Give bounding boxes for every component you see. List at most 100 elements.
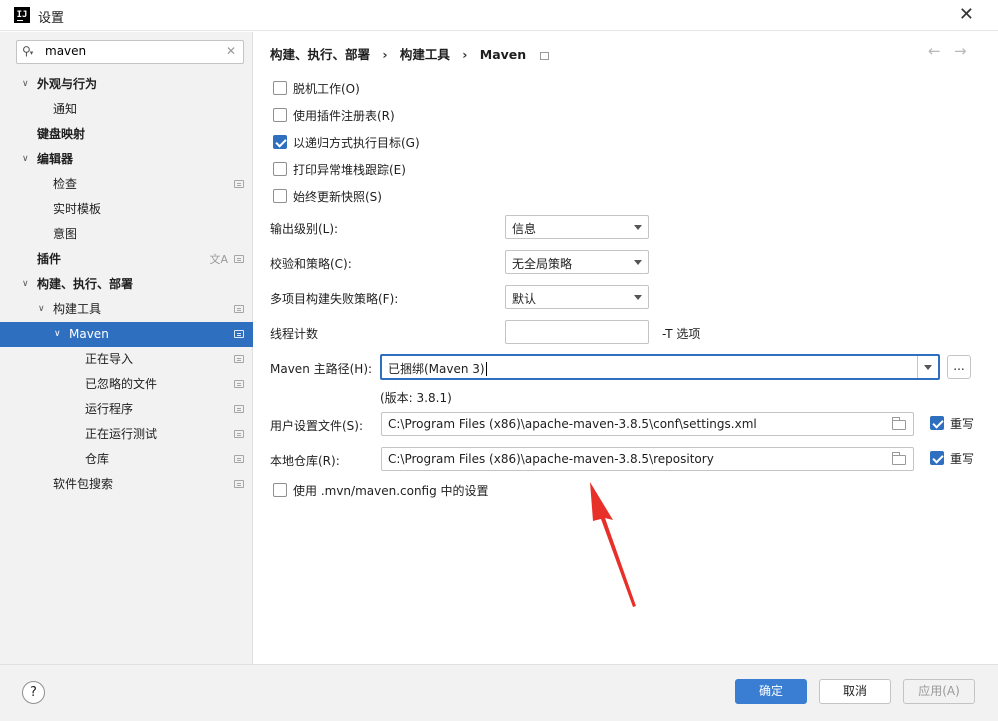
checksum-value: 无全局策略 (512, 257, 573, 271)
checkbox-box[interactable] (273, 189, 287, 203)
local-repo-label: 本地仓库(R): (270, 454, 340, 468)
close-icon[interactable]: ✕ (959, 4, 974, 25)
checkbox-box[interactable] (273, 483, 287, 497)
folder-icon[interactable] (892, 452, 906, 465)
tree-item-label: 已忽略的文件 (85, 377, 158, 391)
search-input[interactable] (45, 44, 215, 58)
tree-item-label: 实时模板 (53, 202, 102, 216)
checkbox-box-checked[interactable] (930, 451, 944, 465)
local-repo-path: C:\Program Files (x86)\apache-maven-3.8.… (388, 452, 714, 466)
checkbox-box[interactable] (273, 81, 287, 95)
breadcrumb-separator: › (382, 47, 388, 62)
multiproject-value: 默认 (512, 292, 537, 306)
user-settings-path: C:\Program Files (x86)\apache-maven-3.8.… (388, 417, 757, 431)
folder-icon[interactable] (892, 417, 906, 430)
threads-label: 线程计数 (270, 327, 319, 341)
user-settings-path-input[interactable]: C:\Program Files (x86)\apache-maven-3.8.… (381, 412, 914, 436)
project-settings-icon (540, 52, 550, 60)
maven-home-select[interactable]: 已捆绑(Maven 3) (380, 354, 940, 380)
checkbox-box-checked[interactable] (930, 416, 944, 430)
tree-item[interactable]: ∨ 构建、执行、部署 (0, 272, 253, 297)
recursive-label: 以递归方式执行目标(G) (293, 136, 420, 150)
override-label: 重写 (950, 417, 975, 431)
dropdown-caret-icon (634, 295, 642, 300)
breadcrumb: 构建、执行、部署 › 构建工具 › Maven (270, 44, 550, 63)
tree-item[interactable]: 软件包搜索 (0, 472, 253, 497)
ok-button[interactable]: 确定 (735, 679, 807, 704)
tree-item[interactable]: 仓库 (0, 447, 253, 472)
multiproject-select[interactable]: 默认 (505, 285, 649, 309)
chevron-down-icon[interactable]: ∨ (22, 147, 29, 172)
tree-item[interactable]: ∨ 编辑器 (0, 147, 253, 172)
mvn-config-label: 使用 .mvn/maven.config 中的设置 (293, 484, 489, 498)
project-settings-icon (234, 430, 244, 438)
maven-version: (版本: 3.8.1) (380, 391, 452, 405)
apply-button[interactable]: 应用(A) (903, 679, 975, 704)
tree-item-label: 正在导入 (85, 352, 134, 366)
project-settings-icon (234, 405, 244, 413)
help-button[interactable]: ? (22, 681, 45, 704)
project-settings-icon (234, 330, 244, 338)
settings-sidebar: ⚲ ✕ ∨ 外观与行为通知键盘映射 ∨ 编辑器检查实时模板意图插件 文A ∨ 构建、执行、部… (0, 32, 253, 664)
tree-item[interactable]: 正在运行测试 (0, 422, 253, 447)
dropdown-caret-icon (924, 365, 932, 370)
clear-search-icon[interactable]: ✕ (226, 44, 236, 58)
tree-item-label: 软件包搜索 (53, 477, 114, 491)
tree-item[interactable]: 已忽略的文件 (0, 372, 253, 397)
settings-tree: ∨ 外观与行为 通知 键盘映射 ∨ 编辑器 检查 实时模板 意图 插件 文A ∨ 构建、执行、部署 ∨ 构建… (0, 72, 253, 497)
output-level-label: 输出级别(L): (270, 222, 339, 236)
output-level-select[interactable]: 信息 (505, 215, 649, 239)
multiproject-label: 多项目构建失败策略(F): (270, 292, 399, 306)
dropdown-caret-icon (634, 225, 642, 230)
plugin-registry-label: 使用插件注册表(R) (293, 109, 395, 123)
cancel-button[interactable]: 取消 (819, 679, 891, 704)
tree-item[interactable]: 实时模板 (0, 197, 253, 222)
tree-item[interactable]: 正在导入 (0, 347, 253, 372)
project-settings-icon (234, 455, 244, 463)
tree-item[interactable]: ∨ 外观与行为 (0, 72, 253, 97)
tree-item-label: 检查 (53, 177, 78, 191)
settings-search[interactable]: ⚲ ✕ (16, 40, 244, 64)
tree-item-label: 正在运行测试 (85, 427, 158, 441)
offline-label: 脱机工作(O) (293, 82, 360, 96)
tree-item[interactable]: ∨ 构建工具 (0, 297, 253, 322)
threads-input[interactable] (505, 320, 649, 344)
tree-item[interactable]: 检查 (0, 172, 253, 197)
chevron-down-icon[interactable]: ∨ (54, 322, 61, 347)
project-settings-icon (234, 480, 244, 488)
chevron-down-icon[interactable]: ∨ (38, 297, 45, 322)
back-arrow-icon[interactable]: ← (928, 42, 941, 60)
threads-note: -T 选项 (662, 327, 701, 341)
tree-item[interactable]: ∨ Maven (0, 322, 253, 347)
project-settings-icon (234, 355, 244, 363)
chevron-down-icon[interactable]: ∨ (22, 272, 29, 297)
tree-item[interactable]: 意图 (0, 222, 253, 247)
search-icon[interactable]: ⚲ (22, 44, 33, 58)
chevron-down-icon[interactable]: ∨ (22, 72, 29, 97)
tree-item-label: 仓库 (85, 452, 110, 466)
checkbox-box-checked[interactable] (273, 135, 287, 149)
checkbox-box[interactable] (273, 162, 287, 176)
browse-maven-home-button[interactable]: ... (947, 355, 971, 379)
tree-item[interactable]: 键盘映射 (0, 122, 253, 147)
tree-item-label: 编辑器 (37, 152, 74, 166)
output-level-value: 信息 (512, 222, 537, 236)
checkbox-box[interactable] (273, 108, 287, 122)
checksum-label: 校验和策略(C): (270, 257, 352, 271)
breadcrumb-separator: › (462, 47, 468, 62)
project-settings-icon (234, 380, 244, 388)
tree-item-label: 运行程序 (85, 402, 134, 416)
tree-item[interactable]: 运行程序 (0, 397, 253, 422)
tree-item[interactable]: 插件 文A (0, 247, 253, 272)
dialog-footer: ? 确定 取消 应用(A) (0, 664, 998, 721)
maven-home-label: Maven 主路径(H): (270, 362, 373, 376)
checksum-select[interactable]: 无全局策略 (505, 250, 649, 274)
tree-item-label: Maven (69, 327, 109, 341)
intellij-app-icon: IJ (14, 7, 30, 23)
tree-item[interactable]: 通知 (0, 97, 253, 122)
dropdown-caret-icon (634, 260, 642, 265)
window-title: 设置 (38, 11, 65, 26)
forward-arrow-icon[interactable]: → (954, 42, 967, 60)
local-repo-path-input[interactable]: C:\Program Files (x86)\apache-maven-3.8.… (381, 447, 914, 471)
text-cursor (485, 362, 487, 376)
